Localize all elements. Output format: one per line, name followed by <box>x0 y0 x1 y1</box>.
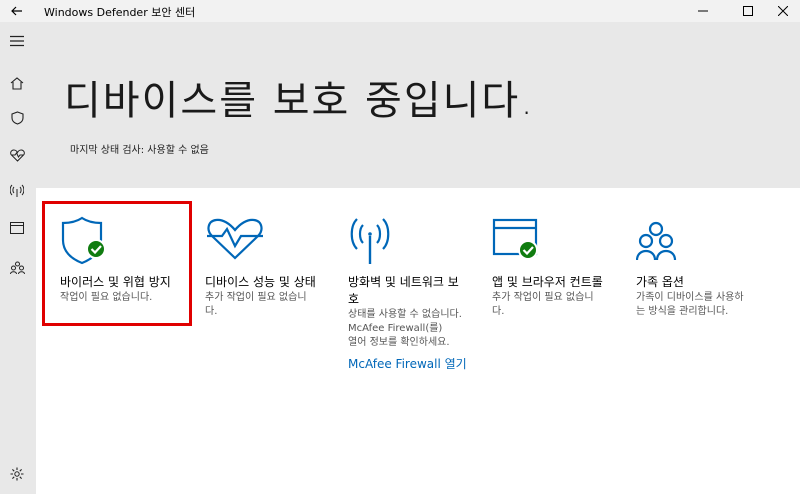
nav-settings[interactable] <box>6 463 28 485</box>
card-title: 방화벽 및 네트워크 보 호 상태를 사용할 수 없습니다. McAfee Fi… <box>348 274 476 373</box>
card-title: 디바이스 성능 및 상태 추가 작업이 필요 없습니 다. <box>205 274 333 319</box>
nav-home[interactable] <box>6 72 28 94</box>
page-title: 디바이스를 보호 중입니다. <box>64 78 535 124</box>
title-bar: Windows Defender 보안 센터 <box>0 0 800 22</box>
card-device-health[interactable]: 디바이스 성능 및 상태 추가 작업이 필요 없습니 다. <box>205 216 335 317</box>
card-firewall-network[interactable]: 방화벽 및 네트워크 보 호 상태를 사용할 수 없습니다. McAfee Fi… <box>348 216 478 371</box>
nav-firewall[interactable] <box>6 180 28 202</box>
family-icon <box>9 261 25 275</box>
window-title: Windows Defender 보안 센터 <box>44 6 196 19</box>
nav-family-options[interactable] <box>6 257 28 279</box>
nav-virus-protection[interactable] <box>6 107 28 129</box>
card-family-options[interactable]: 가족 옵션 가족이 디바이스를 사용하 는 방식을 관리합니다. <box>635 216 766 317</box>
open-firewall-link[interactable]: McAfee Firewall 열기 <box>348 356 476 373</box>
hamburger-icon <box>10 35 24 47</box>
close-button[interactable] <box>766 0 800 22</box>
minimize-icon <box>698 10 708 12</box>
family-icon <box>635 221 677 261</box>
maximize-button[interactable] <box>731 0 765 22</box>
last-scan-status: 마지막 상태 검사: 사용할 수 없음 <box>70 145 209 156</box>
hamburger-menu-button[interactable] <box>6 30 28 52</box>
maximize-icon <box>743 6 753 16</box>
card-desc: 추가 작업이 필요 없습니 다. <box>492 292 594 317</box>
antenna-icon <box>10 184 24 197</box>
back-arrow-icon <box>11 6 22 16</box>
shield-icon <box>10 111 24 125</box>
highlight-box <box>42 201 192 326</box>
home-icon <box>10 76 24 90</box>
card-desc: 추가 작업이 필요 없습니 다. <box>205 292 307 317</box>
nav-device-health[interactable] <box>6 144 28 166</box>
antenna-icon <box>350 218 390 264</box>
heart-pulse-icon <box>9 148 25 162</box>
card-title: 가족 옵션 가족이 디바이스를 사용하 는 방식을 관리합니다. <box>636 274 764 319</box>
browser-window-check-icon <box>492 218 538 260</box>
card-desc: 가족이 디바이스를 사용하 는 방식을 관리합니다. <box>636 292 744 317</box>
card-title: 앱 및 브라우저 컨트롤 추가 작업이 필요 없습니 다. <box>492 274 620 319</box>
card-desc: 상태를 사용할 수 없습니다. McAfee Firewall(를) 열어 정보… <box>348 309 462 348</box>
sidebar <box>0 22 36 494</box>
back-button[interactable] <box>0 0 34 22</box>
close-icon <box>778 6 788 16</box>
browser-window-icon <box>10 222 24 234</box>
gear-icon <box>10 467 24 481</box>
minimize-button[interactable] <box>686 0 720 22</box>
status-hero: 디바이스를 보호 중입니다. 마지막 상태 검사: 사용할 수 없음 <box>36 22 800 188</box>
heart-pulse-icon <box>207 218 263 260</box>
card-app-browser-control[interactable]: 앱 및 브라우저 컨트롤 추가 작업이 필요 없습니 다. <box>492 216 622 317</box>
nav-app-browser-control[interactable] <box>6 217 28 239</box>
